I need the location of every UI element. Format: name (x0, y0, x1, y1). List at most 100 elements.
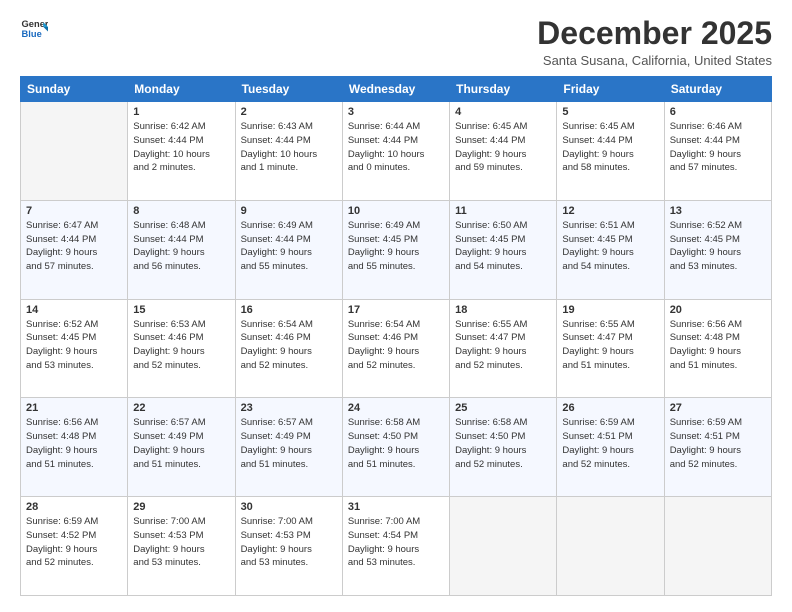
calendar-cell: 8 Sunrise: 6:48 AM Sunset: 4:44 PM Daylig… (128, 200, 235, 299)
day-info: Sunrise: 6:58 AM Sunset: 4:50 PM Dayligh… (348, 416, 444, 471)
day-info: Sunrise: 6:47 AM Sunset: 4:44 PM Dayligh… (26, 219, 122, 274)
calendar-cell: 21 Sunrise: 6:56 AM Sunset: 4:48 PM Dayli… (21, 398, 128, 497)
calendar-cell: 27 Sunrise: 6:59 AM Sunset: 4:51 PM Dayli… (664, 398, 771, 497)
calendar-week-1: 1Sunrise: 6:42 AM Sunset: 4:44 PM Daylig… (21, 102, 772, 201)
day-number: 31 (348, 501, 444, 513)
calendar-cell: 24 Sunrise: 6:58 AM Sunset: 4:50 PM Dayli… (342, 398, 449, 497)
day-info: Sunrise: 6:55 AM Sunset: 4:47 PM Dayligh… (562, 318, 658, 373)
day-info: Sunrise: 6:58 AM Sunset: 4:50 PM Dayligh… (455, 416, 551, 471)
day-info: Sunrise: 6:57 AM Sunset: 4:49 PM Dayligh… (241, 416, 337, 471)
calendar-week-3: 14Sunrise: 6:52 AM Sunset: 4:45 PM Dayli… (21, 299, 772, 398)
day-number: 7 (26, 205, 122, 217)
calendar-cell: 3 Sunrise: 6:44 AM Sunset: 4:44 PM Daylig… (342, 102, 449, 201)
calendar-cell: 22 Sunrise: 6:57 AM Sunset: 4:49 PM Dayli… (128, 398, 235, 497)
calendar-cell: 23 Sunrise: 6:57 AM Sunset: 4:49 PM Dayli… (235, 398, 342, 497)
calendar-cell: 12Sunrise: 6:51 AM Sunset: 4:45 PM Dayli… (557, 200, 664, 299)
calendar-cell: 20Sunrise: 6:56 AM Sunset: 4:48 PM Dayli… (664, 299, 771, 398)
day-info: Sunrise: 6:49 AM Sunset: 4:45 PM Dayligh… (348, 219, 444, 274)
calendar-cell: 15Sunrise: 6:53 AM Sunset: 4:46 PM Dayli… (128, 299, 235, 398)
day-number: 4 (455, 106, 551, 118)
day-info: Sunrise: 7:00 AM Sunset: 4:54 PM Dayligh… (348, 515, 444, 570)
calendar-cell: 4 Sunrise: 6:45 AM Sunset: 4:44 PM Daylig… (450, 102, 557, 201)
day-info: Sunrise: 6:52 AM Sunset: 4:45 PM Dayligh… (670, 219, 766, 274)
day-number: 23 (241, 402, 337, 414)
day-info: Sunrise: 6:59 AM Sunset: 4:52 PM Dayligh… (26, 515, 122, 570)
day-number: 22 (133, 402, 229, 414)
weekday-header-tuesday: Tuesday (235, 77, 342, 102)
day-number: 27 (670, 402, 766, 414)
calendar-cell: 25 Sunrise: 6:58 AM Sunset: 4:50 PM Dayli… (450, 398, 557, 497)
day-info: Sunrise: 6:42 AM Sunset: 4:44 PM Dayligh… (133, 120, 229, 175)
day-info: Sunrise: 7:00 AM Sunset: 4:53 PM Dayligh… (133, 515, 229, 570)
calendar-cell (450, 497, 557, 596)
weekday-header-wednesday: Wednesday (342, 77, 449, 102)
calendar-cell: 11 Sunrise: 6:50 AM Sunset: 4:45 PM Dayli… (450, 200, 557, 299)
day-info: Sunrise: 7:00 AM Sunset: 4:53 PM Dayligh… (241, 515, 337, 570)
calendar-week-5: 28 Sunrise: 6:59 AM Sunset: 4:52 PM Dayli… (21, 497, 772, 596)
day-number: 29 (133, 501, 229, 513)
day-info: Sunrise: 6:54 AM Sunset: 4:46 PM Dayligh… (348, 318, 444, 373)
day-number: 25 (455, 402, 551, 414)
calendar-cell: 6Sunrise: 6:46 AM Sunset: 4:44 PM Daylig… (664, 102, 771, 201)
calendar-cell: 2 Sunrise: 6:43 AM Sunset: 4:44 PM Daylig… (235, 102, 342, 201)
calendar-cell: 14Sunrise: 6:52 AM Sunset: 4:45 PM Dayli… (21, 299, 128, 398)
day-number: 30 (241, 501, 337, 513)
day-info: Sunrise: 6:54 AM Sunset: 4:46 PM Dayligh… (241, 318, 337, 373)
weekday-header-monday: Monday (128, 77, 235, 102)
day-number: 20 (670, 304, 766, 316)
day-info: Sunrise: 6:45 AM Sunset: 4:44 PM Dayligh… (455, 120, 551, 175)
day-number: 16 (241, 304, 337, 316)
title-block: December 2025 Santa Susana, California, … (537, 16, 772, 68)
day-info: Sunrise: 6:57 AM Sunset: 4:49 PM Dayligh… (133, 416, 229, 471)
day-info: Sunrise: 6:52 AM Sunset: 4:45 PM Dayligh… (26, 318, 122, 373)
day-info: Sunrise: 6:56 AM Sunset: 4:48 PM Dayligh… (26, 416, 122, 471)
day-number: 11 (455, 205, 551, 217)
day-info: Sunrise: 6:50 AM Sunset: 4:45 PM Dayligh… (455, 219, 551, 274)
day-info: Sunrise: 6:45 AM Sunset: 4:44 PM Dayligh… (562, 120, 658, 175)
day-number: 21 (26, 402, 122, 414)
day-number: 18 (455, 304, 551, 316)
weekday-header-row: SundayMondayTuesdayWednesdayThursdayFrid… (21, 77, 772, 102)
page: General Blue December 2025 Santa Susana,… (0, 0, 792, 612)
calendar-header: SundayMondayTuesdayWednesdayThursdayFrid… (21, 77, 772, 102)
calendar-cell: 18 Sunrise: 6:55 AM Sunset: 4:47 PM Dayli… (450, 299, 557, 398)
calendar-cell: 13Sunrise: 6:52 AM Sunset: 4:45 PM Dayli… (664, 200, 771, 299)
calendar-cell: 29 Sunrise: 7:00 AM Sunset: 4:53 PM Dayli… (128, 497, 235, 596)
calendar-week-4: 21 Sunrise: 6:56 AM Sunset: 4:48 PM Dayli… (21, 398, 772, 497)
day-info: Sunrise: 6:44 AM Sunset: 4:44 PM Dayligh… (348, 120, 444, 175)
logo-icon: General Blue (20, 16, 48, 44)
day-number: 24 (348, 402, 444, 414)
day-number: 17 (348, 304, 444, 316)
calendar-cell: 17 Sunrise: 6:54 AM Sunset: 4:46 PM Dayli… (342, 299, 449, 398)
day-info: Sunrise: 6:49 AM Sunset: 4:44 PM Dayligh… (241, 219, 337, 274)
calendar-cell: 16 Sunrise: 6:54 AM Sunset: 4:46 PM Dayli… (235, 299, 342, 398)
day-number: 6 (670, 106, 766, 118)
day-info: Sunrise: 6:51 AM Sunset: 4:45 PM Dayligh… (562, 219, 658, 274)
day-info: Sunrise: 6:59 AM Sunset: 4:51 PM Dayligh… (670, 416, 766, 471)
day-number: 3 (348, 106, 444, 118)
day-number: 8 (133, 205, 229, 217)
weekday-header-saturday: Saturday (664, 77, 771, 102)
calendar-cell: 28 Sunrise: 6:59 AM Sunset: 4:52 PM Dayli… (21, 497, 128, 596)
calendar-cell: 1Sunrise: 6:42 AM Sunset: 4:44 PM Daylig… (128, 102, 235, 201)
day-info: Sunrise: 6:53 AM Sunset: 4:46 PM Dayligh… (133, 318, 229, 373)
calendar-cell: 31 Sunrise: 7:00 AM Sunset: 4:54 PM Dayli… (342, 497, 449, 596)
calendar-cell (557, 497, 664, 596)
calendar-body: 1Sunrise: 6:42 AM Sunset: 4:44 PM Daylig… (21, 102, 772, 596)
day-number: 28 (26, 501, 122, 513)
day-number: 2 (241, 106, 337, 118)
calendar-week-2: 7 Sunrise: 6:47 AM Sunset: 4:44 PM Daylig… (21, 200, 772, 299)
day-info: Sunrise: 6:48 AM Sunset: 4:44 PM Dayligh… (133, 219, 229, 274)
calendar-cell: 26Sunrise: 6:59 AM Sunset: 4:51 PM Dayli… (557, 398, 664, 497)
location: Santa Susana, California, United States (537, 53, 772, 68)
weekday-header-sunday: Sunday (21, 77, 128, 102)
calendar-cell: 7 Sunrise: 6:47 AM Sunset: 4:44 PM Daylig… (21, 200, 128, 299)
day-info: Sunrise: 6:55 AM Sunset: 4:47 PM Dayligh… (455, 318, 551, 373)
day-number: 5 (562, 106, 658, 118)
header: General Blue December 2025 Santa Susana,… (20, 16, 772, 68)
day-info: Sunrise: 6:43 AM Sunset: 4:44 PM Dayligh… (241, 120, 337, 175)
calendar-cell: 19 Sunrise: 6:55 AM Sunset: 4:47 PM Dayli… (557, 299, 664, 398)
day-number: 10 (348, 205, 444, 217)
day-number: 19 (562, 304, 658, 316)
day-number: 26 (562, 402, 658, 414)
